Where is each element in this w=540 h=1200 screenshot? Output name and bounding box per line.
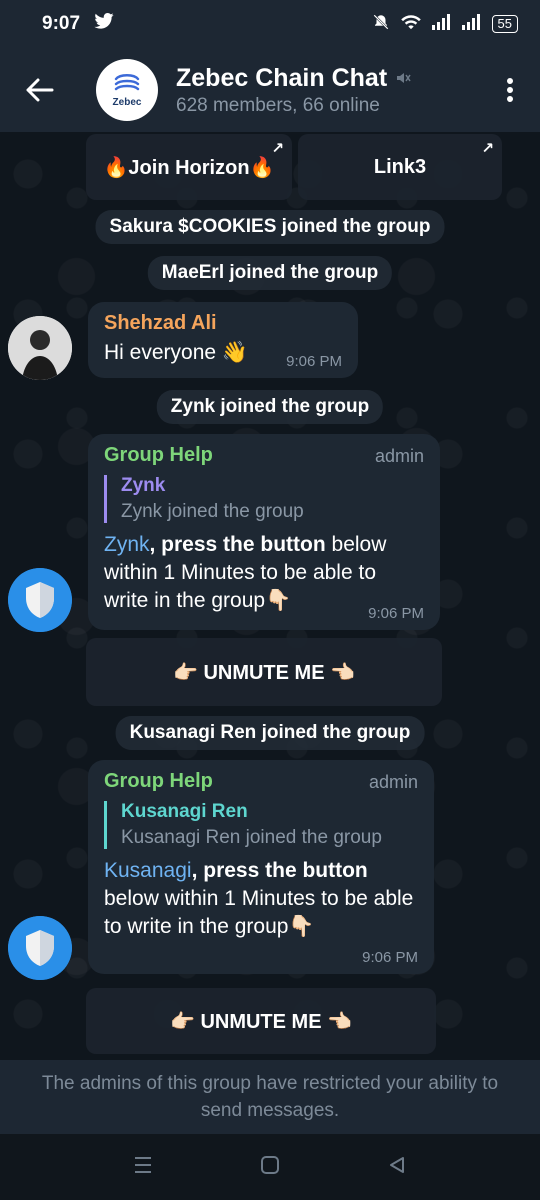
avatar-group-help[interactable] bbox=[8, 916, 72, 980]
battery-icon: 55 bbox=[491, 15, 518, 33]
message-bubble[interactable]: Shehzad Ali Hi everyone 👋 9:06 PM bbox=[88, 302, 358, 378]
service-message: MaeErl joined the group bbox=[147, 256, 393, 290]
unmute-me-button[interactable]: 👉🏻 UNMUTE ME 👈🏻 bbox=[86, 988, 436, 1054]
service-message: Zynk joined the group bbox=[156, 390, 384, 424]
message-time: 9:06 PM bbox=[362, 949, 418, 966]
join-horizon-button[interactable]: 🔥Join Horizon🔥 ↗ bbox=[86, 134, 292, 200]
link3-button[interactable]: Link3 ↗ bbox=[298, 134, 502, 200]
arrow-left-icon bbox=[26, 78, 54, 102]
reply-quote[interactable]: Zynk Zynk joined the group bbox=[104, 475, 424, 523]
chat-area[interactable]: 🔥Join Horizon🔥 ↗ Link3 ↗ Sakura $COOKIES… bbox=[0, 132, 540, 1060]
message-text: Kusanagi, press the button below within … bbox=[104, 857, 418, 941]
more-vertical-icon bbox=[507, 78, 513, 102]
unmute-label: 👉🏻 UNMUTE ME 👈🏻 bbox=[172, 661, 356, 684]
message-bold: , press the button bbox=[191, 859, 368, 882]
avatar-group-help[interactable] bbox=[8, 568, 72, 632]
link3-label: Link3 bbox=[373, 155, 427, 178]
admin-tag: admin bbox=[374, 446, 424, 466]
signal-icon-2 bbox=[461, 13, 482, 35]
message-time: 9:06 PM bbox=[368, 605, 424, 622]
mute-bell-icon bbox=[372, 13, 390, 36]
service-message: Sakura $COOKIES joined the group bbox=[95, 210, 445, 244]
wifi-icon bbox=[400, 14, 422, 35]
message-rest: below within 1 Minutes to be able to wri… bbox=[104, 887, 414, 938]
back-nav-button[interactable] bbox=[387, 1155, 407, 1180]
more-menu-button[interactable] bbox=[480, 48, 540, 132]
recent-apps-button[interactable] bbox=[133, 1155, 153, 1180]
external-link-icon: ↗ bbox=[481, 140, 494, 157]
status-time: 9:07 bbox=[42, 13, 81, 34]
message-sender: Shehzad Ali bbox=[104, 312, 217, 334]
group-avatar[interactable]: Zebec bbox=[96, 59, 158, 121]
status-bar: 9:07 55 bbox=[0, 0, 540, 48]
reply-name: Zynk bbox=[121, 475, 166, 496]
reply-text: Kusanagi Ren joined the group bbox=[121, 827, 382, 848]
reply-name: Kusanagi Ren bbox=[121, 801, 248, 822]
twitter-icon bbox=[94, 13, 114, 35]
chat-title: Zebec Chain Chat bbox=[176, 63, 388, 92]
message-time: 9:06 PM bbox=[286, 353, 342, 370]
logo-text: Zebec bbox=[112, 96, 142, 108]
service-message: Kusanagi Ren joined the group bbox=[115, 716, 425, 750]
restriction-text: The admins of this group have restricted… bbox=[41, 1073, 499, 1121]
reply-quote[interactable]: Kusanagi Ren Kusanagi Ren joined the gro… bbox=[104, 801, 418, 849]
signal-icon bbox=[431, 13, 452, 35]
message-text: Zynk, press the button below within 1 Mi… bbox=[104, 531, 424, 615]
restriction-notice: The admins of this group have restricted… bbox=[0, 1060, 540, 1134]
admin-tag: admin bbox=[368, 772, 418, 792]
home-button[interactable] bbox=[260, 1155, 280, 1180]
square-icon bbox=[260, 1155, 279, 1174]
speaker-muted-icon bbox=[397, 73, 411, 83]
reply-text: Zynk joined the group bbox=[121, 501, 304, 522]
message-bubble[interactable]: Group Help admin Zynk Zynk joined the gr… bbox=[88, 434, 440, 630]
unmute-label: 👉🏻 UNMUTE ME 👈🏻 bbox=[169, 1010, 353, 1033]
mention-link[interactable]: Kusanagi bbox=[104, 859, 192, 882]
shield-icon bbox=[8, 568, 72, 632]
message-bold: , press the button bbox=[149, 533, 326, 556]
unmute-me-button[interactable]: 👉🏻 UNMUTE ME 👈🏻 bbox=[86, 638, 442, 706]
menu-lines-icon bbox=[135, 1156, 152, 1173]
mention-link[interactable]: Zynk bbox=[104, 533, 150, 556]
chat-subtitle: 628 members, 66 online bbox=[176, 94, 380, 116]
external-link-icon: ↗ bbox=[271, 140, 284, 157]
message-bubble[interactable]: Group Help admin Kusanagi Ren Kusanagi R… bbox=[88, 760, 434, 974]
zebec-logo-icon bbox=[114, 73, 140, 90]
chat-header: Zebec Zebec Chain Chat 628 members, 66 o… bbox=[0, 48, 540, 132]
back-button[interactable] bbox=[0, 48, 80, 132]
title-block[interactable]: Zebec Chain Chat 628 members, 66 online bbox=[176, 64, 480, 117]
join-horizon-label: 🔥Join Horizon🔥 bbox=[103, 156, 275, 179]
person-photo-icon bbox=[8, 316, 72, 380]
system-nav-bar bbox=[0, 1134, 540, 1200]
avatar-shehzad-ali[interactable] bbox=[8, 316, 72, 380]
triangle-back-icon bbox=[389, 1156, 404, 1173]
shield-icon bbox=[8, 916, 72, 980]
